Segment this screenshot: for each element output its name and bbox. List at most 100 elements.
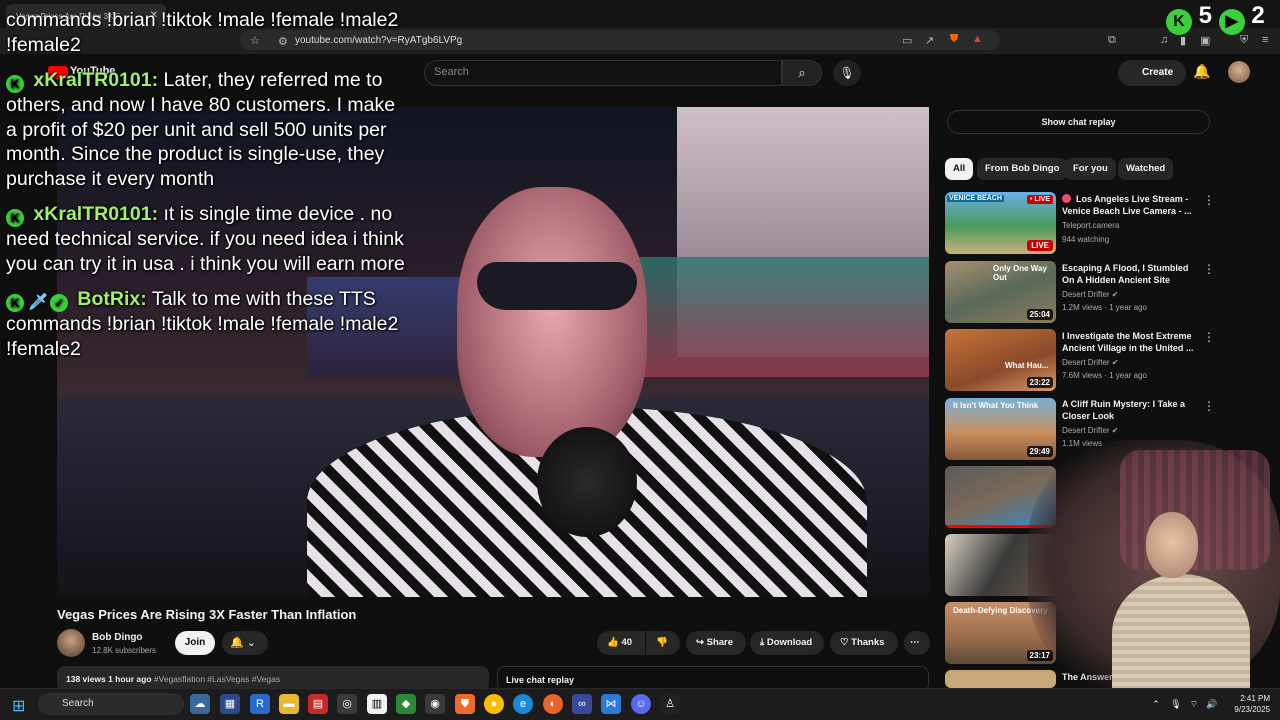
thumbs-up-icon: 👍: [607, 637, 619, 648]
join-button[interactable]: Join: [175, 631, 215, 655]
show-chat-replay-button[interactable]: Show chat replay: [947, 110, 1210, 134]
rewards-icon[interactable]: ▲: [972, 33, 983, 45]
volume-icon[interactable]: 🔊: [1202, 694, 1222, 714]
live-indicator: • LIVE: [1027, 195, 1053, 204]
chat-username: xKralTR0101:: [33, 203, 159, 225]
share-button[interactable]: ↪ Share: [686, 631, 746, 655]
time-ago: 1 hour ago: [108, 674, 152, 684]
mic-icon[interactable]: 🎙: [1166, 694, 1186, 714]
voice-search-button[interactable]: 🎙: [833, 60, 861, 86]
kebab-menu-icon[interactable]: ⋮: [1203, 262, 1215, 276]
app-icon[interactable]: ∞: [572, 694, 592, 714]
news-icon[interactable]: ▤: [308, 694, 328, 714]
sidebar-icon[interactable]: ▮: [1180, 34, 1186, 47]
menu-icon[interactable]: ≡: [1262, 34, 1268, 46]
music-icon[interactable]: ♫: [1160, 34, 1168, 46]
taskbar-search[interactable]: Search: [38, 693, 184, 715]
obs-icon[interactable]: ◉: [425, 694, 445, 714]
download-button[interactable]: ⤓ Download: [750, 631, 824, 655]
app-icon[interactable]: ▦: [220, 694, 240, 714]
chip-watched[interactable]: Watched: [1118, 158, 1174, 180]
share-label: Share: [706, 637, 734, 648]
dislike-button[interactable]: 👎: [646, 631, 680, 655]
download-label: Download: [766, 637, 813, 648]
chevron-down-icon: ⌄: [246, 637, 256, 649]
app-icon[interactable]: ▥: [367, 694, 387, 714]
discord-icon[interactable]: ☺: [631, 694, 651, 714]
counter-value: 5: [1198, 2, 1213, 29]
search-icon: ⌕: [798, 65, 806, 80]
network-icon[interactable]: ⌔: [1184, 694, 1204, 714]
chrome-icon[interactable]: ●: [484, 694, 504, 714]
taskbar-clock[interactable]: 2:41 PM 9/23/2025: [1222, 693, 1270, 715]
file-explorer-icon[interactable]: ▬: [279, 694, 299, 714]
app-icon[interactable]: ◎: [337, 694, 357, 714]
wallet-icon[interactable]: ▣: [1200, 34, 1210, 47]
cast-icon[interactable]: ▭: [902, 34, 912, 47]
mic-icon: 🎙: [839, 66, 855, 80]
duration: 29:49: [1026, 446, 1053, 457]
stream-chat-overlay: commands !brian !tiktok !male !female !m…: [6, 8, 406, 372]
rec-title[interactable]: A Cliff Ruin Mystery: I Take a Closer Lo…: [1062, 398, 1196, 422]
video-thumbnail[interactable]: It Isn't What You Think 29:49: [945, 398, 1056, 460]
search-input[interactable]: Search: [434, 66, 469, 78]
play-icon: ▶: [1218, 9, 1245, 35]
thumb-label: Only One Way Out: [993, 264, 1047, 282]
share-icon[interactable]: ↗: [925, 34, 934, 47]
rec-channel[interactable]: Teleport.camera: [1062, 221, 1119, 230]
rec-title[interactable]: I Investigate the Most Extreme Ancient V…: [1062, 330, 1196, 354]
widgets-icon[interactable]: ☁: [190, 694, 210, 714]
notifications-bell-icon[interactable]: 🔔: [1193, 63, 1210, 80]
chip-from-bob-dingo[interactable]: From Bob Dingo: [977, 158, 1068, 180]
video-thumbnail[interactable]: What Hau... 23:22: [945, 329, 1056, 391]
rec-title[interactable]: Escaping A Flood, I Stumbled On A Hidden…: [1062, 262, 1196, 286]
notification-button[interactable]: 🔔 ⌄: [222, 631, 268, 655]
chat-message: K xKralTR0101: ıt is single time device …: [6, 202, 406, 276]
edge-icon[interactable]: e: [513, 694, 533, 714]
extensions-icon[interactable]: ⧉: [1108, 34, 1116, 47]
app-icon[interactable]: ◆: [396, 694, 416, 714]
thanks-button[interactable]: ♡ Thanks: [830, 631, 898, 655]
chat-username: xKralTR0101:: [33, 69, 159, 91]
like-button[interactable]: 👍 40: [597, 631, 645, 655]
channel-name[interactable]: Bob Dingo: [92, 632, 143, 643]
rec-channel[interactable]: Desert Drifter ✔: [1062, 426, 1119, 435]
bell-icon: 🔔: [230, 637, 244, 649]
brave-shield-icon[interactable]: ⛊: [950, 33, 958, 46]
more-actions-button[interactable]: ⋯: [904, 631, 930, 655]
streamer-face: [457, 187, 647, 457]
kebab-menu-icon[interactable]: ⋮: [1203, 330, 1215, 344]
app-icon[interactable]: ♙: [660, 694, 680, 714]
hashtags[interactable]: #Vegasflation #LasVegas #Vegas: [154, 674, 280, 684]
rec-meta: 1.2M views · 1 year ago: [1062, 303, 1147, 312]
counter-value-2: 2: [1251, 2, 1265, 29]
vpn-icon[interactable]: ⛨: [1240, 34, 1248, 47]
clock-date: 9/23/2025: [1234, 705, 1270, 714]
vscode-icon[interactable]: ⋈: [601, 694, 621, 714]
video-thumbnail[interactable]: [945, 670, 1056, 688]
tray-chevron-icon[interactable]: ⌃: [1146, 694, 1166, 714]
microphone: [537, 427, 637, 537]
stream-counter: K 5 ▶ 2: [1166, 2, 1265, 35]
video-thumbnail[interactable]: VENICE BEACH • LIVE LIVE: [945, 192, 1056, 254]
kebab-menu-icon[interactable]: ⋮: [1203, 193, 1215, 207]
view-count: 138 views: [66, 674, 106, 684]
kick-badge-icon: K: [6, 209, 24, 227]
windows-start-icon[interactable]: ⊞: [12, 696, 25, 716]
rec-channel[interactable]: Desert Drifter ✔: [1062, 290, 1119, 299]
account-avatar[interactable]: [1228, 61, 1250, 83]
rec-channel[interactable]: Desert Drifter ✔: [1062, 358, 1119, 367]
kebab-menu-icon[interactable]: ⋮: [1203, 399, 1215, 413]
brave-browser-icon[interactable]: ⛊: [455, 694, 475, 714]
video-thumbnail[interactable]: Only One Way Out 25:04: [945, 261, 1056, 323]
search-button[interactable]: ⌕: [782, 60, 822, 86]
create-button[interactable]: Create: [1118, 60, 1186, 86]
rec-title[interactable]: Los Angeles Live Stream -Venice Beach Li…: [1062, 193, 1196, 217]
like-count: 40: [621, 637, 633, 648]
firefox-icon[interactable]: ◐: [543, 694, 563, 714]
remote-icon[interactable]: R: [250, 694, 270, 714]
search-box[interactable]: [424, 60, 782, 86]
channel-avatar[interactable]: [57, 629, 85, 657]
chip-all[interactable]: All: [945, 158, 974, 180]
chip-for-you[interactable]: For you: [1065, 158, 1116, 180]
